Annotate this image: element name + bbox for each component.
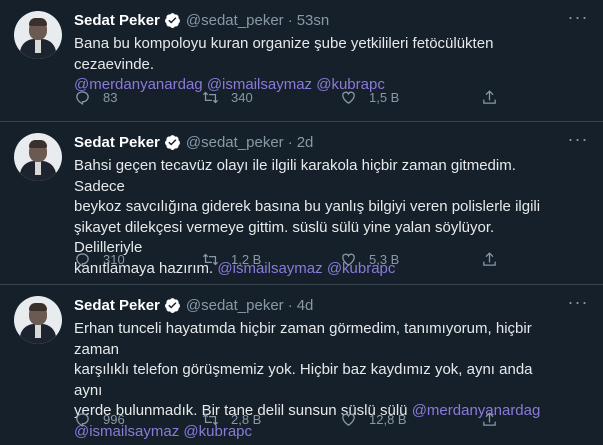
reply-button[interactable]: 996 — [74, 409, 125, 429]
like-button[interactable]: 5,3 B — [340, 249, 399, 269]
more-icon[interactable]: ··· — [567, 8, 589, 30]
tweet-text-line: karşılıklı telefon görüşmemiz yok. Hiçbi… — [74, 361, 533, 399]
avatar[interactable] — [14, 133, 62, 181]
tweet[interactable]: Sedat Peker @sedat_peker · 53sn ··· Bana… — [0, 0, 603, 122]
avatar[interactable] — [14, 11, 62, 59]
share-icon — [483, 411, 496, 426]
reply-button[interactable]: 83 — [74, 87, 117, 107]
tweet-header: Sedat Peker @sedat_peker · 4d — [74, 295, 313, 315]
share-button[interactable] — [481, 249, 510, 269]
handle[interactable]: @sedat_peker — [186, 297, 284, 314]
share-button[interactable] — [481, 87, 510, 107]
like-count: 5,3 B — [369, 251, 400, 267]
tweet-header: Sedat Peker @sedat_peker · 53sn — [74, 10, 329, 30]
tweet-text-line: beykoz savcılığına giderek basına bu yan… — [74, 198, 541, 215]
tweet-actions: 996 2,8 B 12,8 B — [74, 409, 504, 429]
like-icon — [342, 413, 355, 426]
reply-count: 310 — [103, 251, 125, 267]
share-button[interactable] — [481, 409, 510, 429]
separator: · — [287, 296, 293, 314]
like-button[interactable]: 1,5 B — [340, 87, 399, 107]
retweet-icon — [202, 91, 219, 103]
like-icon — [342, 253, 355, 266]
like-icon — [342, 91, 355, 104]
retweet-count: 1,2 B — [231, 251, 262, 267]
reply-count: 83 — [103, 89, 118, 105]
more-icon[interactable]: ··· — [567, 130, 589, 152]
tweet[interactable]: Sedat Peker @sedat_peker · 4d ··· Erhan … — [0, 285, 603, 445]
tweet-text-line: Bahsi geçen tecavüz olayı ile ilgili kar… — [74, 157, 516, 195]
reply-button[interactable]: 310 — [74, 249, 125, 269]
like-count: 1,5 B — [369, 89, 400, 105]
retweet-button[interactable]: 340 — [202, 87, 253, 107]
avatar[interactable] — [14, 296, 62, 344]
timestamp[interactable]: 53sn — [297, 12, 330, 29]
reply-count: 996 — [103, 411, 125, 427]
retweet-button[interactable]: 2,8 B — [202, 409, 261, 429]
share-icon — [483, 89, 496, 104]
separator: · — [287, 11, 293, 29]
display-name[interactable]: Sedat Peker — [74, 134, 160, 151]
reply-icon — [76, 412, 89, 427]
tweet-text-line: Erhan tunceli hayatımda hiçbir zaman gör… — [74, 320, 532, 358]
verified-badge-icon — [164, 134, 180, 150]
tweet-text-line: Bana bu kompoloyu kuran organize şube ye… — [74, 35, 494, 73]
retweet-button[interactable]: 1,2 B — [202, 249, 261, 269]
share-icon — [483, 251, 496, 266]
tweet-actions: 83 340 1,5 B — [74, 87, 504, 107]
verified-badge-icon — [164, 297, 180, 313]
reply-icon — [76, 90, 89, 105]
like-button[interactable]: 12,8 B — [340, 409, 407, 429]
separator: · — [287, 133, 293, 151]
timestamp[interactable]: 4d — [297, 297, 314, 314]
tweet[interactable]: Sedat Peker @sedat_peker · 2d ··· Bahsi … — [0, 122, 603, 285]
verified-badge-icon — [164, 12, 180, 28]
retweet-count: 2,8 B — [231, 411, 262, 427]
timestamp[interactable]: 2d — [297, 134, 314, 151]
tweet-header: Sedat Peker @sedat_peker · 2d — [74, 132, 313, 152]
tweet-actions: 310 1,2 B 5,3 B — [74, 249, 504, 269]
retweet-icon — [202, 253, 219, 265]
display-name[interactable]: Sedat Peker — [74, 297, 160, 314]
retweet-count: 340 — [231, 89, 253, 105]
reply-icon — [76, 252, 89, 267]
like-count: 12,8 B — [369, 411, 407, 427]
handle[interactable]: @sedat_peker — [186, 12, 284, 29]
more-icon[interactable]: ··· — [567, 293, 589, 315]
display-name[interactable]: Sedat Peker — [74, 12, 160, 29]
handle[interactable]: @sedat_peker — [186, 134, 284, 151]
retweet-icon — [202, 413, 219, 425]
